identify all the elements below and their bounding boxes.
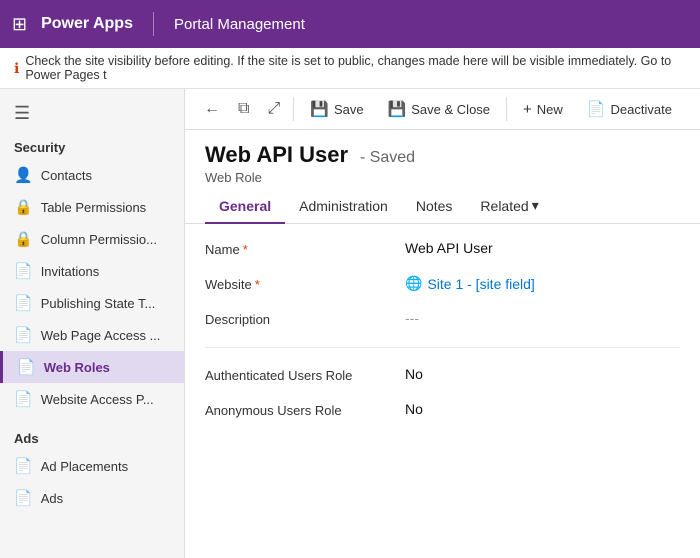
sidebar-label-ads: Ads: [41, 491, 63, 506]
info-icon: ℹ: [14, 60, 19, 77]
web-roles-icon: 📄: [17, 358, 36, 376]
record-subtitle: Web Role: [205, 170, 680, 185]
sidebar-label-publishing-state: Publishing State T...: [41, 296, 156, 311]
label-description: Description: [205, 310, 405, 327]
form-row-website: Website* 🌐 Site 1 - [site field]: [205, 275, 680, 292]
publishing-state-icon: 📄: [14, 294, 33, 312]
globe-icon: 🌐: [405, 275, 422, 292]
sidebar-item-ads[interactable]: 📄 Ads: [0, 482, 184, 514]
sidebar-item-invitations[interactable]: 📄 Invitations: [0, 255, 184, 287]
tab-related[interactable]: Related ▾: [466, 189, 552, 224]
app-name: Power Apps: [41, 15, 133, 33]
module-name: Portal Management: [174, 16, 305, 33]
back-button[interactable]: ←: [197, 95, 227, 123]
label-authenticated-users: Authenticated Users Role: [205, 366, 405, 383]
sidebar-label-ad-placements: Ad Placements: [41, 459, 128, 474]
sidebar-item-column-permissions[interactable]: 🔒 Column Permissio...: [0, 223, 184, 255]
new-label: New: [537, 102, 563, 117]
record-title: Web API User: [205, 142, 348, 167]
form-row-name: Name* Web API User: [205, 240, 680, 257]
save-close-label: Save & Close: [411, 102, 490, 117]
hamburger-icon[interactable]: ☰: [0, 97, 184, 134]
sidebar-label-invitations: Invitations: [41, 264, 100, 279]
sidebar-item-website-access[interactable]: 📄 Website Access P...: [0, 383, 184, 415]
ads-icon: 📄: [14, 489, 33, 507]
open-new-window-button[interactable]: ⤢: [260, 95, 287, 123]
sidebar-item-publishing-state[interactable]: 📄 Publishing State T...: [0, 287, 184, 319]
save-icon: 💾: [310, 100, 329, 118]
form-divider: [205, 347, 680, 348]
tabs: General Administration Notes Related ▾: [185, 189, 700, 224]
form-row-anonymous-users: Anonymous Users Role No: [205, 401, 680, 418]
save-close-button[interactable]: 💾 Save & Close: [378, 95, 500, 123]
toolbar-separator-1: [293, 97, 294, 121]
topbar: ⊞ Power Apps Portal Management: [0, 0, 700, 48]
topbar-divider: [153, 12, 154, 36]
sidebar-label-website-access: Website Access P...: [41, 392, 154, 407]
sidebar-item-web-page-access[interactable]: 📄 Web Page Access ...: [0, 319, 184, 351]
required-indicator-website: *: [255, 277, 260, 292]
label-name: Name*: [205, 240, 405, 257]
tab-general[interactable]: General: [205, 190, 285, 224]
form-row-description: Description ---: [205, 310, 680, 327]
new-icon: +: [523, 101, 532, 118]
deactivate-label: Deactivate: [611, 102, 672, 117]
sidebar-item-table-permissions[interactable]: 🔒 Table Permissions: [0, 191, 184, 223]
content-area: ← ⧉ ⤢ 💾 Save 💾 Save & Close + New 📄 Deac…: [185, 89, 700, 558]
label-anonymous-users: Anonymous Users Role: [205, 401, 405, 418]
ad-placements-icon: 📄: [14, 457, 33, 475]
table-permissions-icon: 🔒: [14, 198, 33, 216]
value-name: Web API User: [405, 240, 680, 256]
sidebar-label-column-permissions: Column Permissio...: [41, 232, 157, 247]
label-website: Website*: [205, 275, 405, 292]
new-button[interactable]: + New: [513, 96, 573, 123]
website-link-text[interactable]: Site 1 - [site field]: [427, 276, 534, 292]
sidebar-item-ad-placements[interactable]: 📄 Ad Placements: [0, 450, 184, 482]
website-access-icon: 📄: [14, 390, 33, 408]
warning-text: Check the site visibility before editing…: [25, 54, 686, 82]
form-section-main: Name* Web API User Website* 🌐 Site 1 - […: [205, 240, 680, 327]
sidebar-label-web-roles: Web Roles: [44, 360, 110, 375]
required-indicator-name: *: [243, 242, 248, 257]
invitations-icon: 📄: [14, 262, 33, 280]
deactivate-icon: 📄: [587, 100, 606, 118]
value-anonymous-users: No: [405, 401, 680, 417]
sidebar-label-web-page-access: Web Page Access ...: [41, 328, 161, 343]
sidebar: ☰ Security 👤 Contacts 🔒 Table Permission…: [0, 89, 185, 558]
sidebar-label-table-permissions: Table Permissions: [41, 200, 147, 215]
sidebar-section-security: Security: [0, 134, 184, 159]
record-title-row: Web API User - Saved: [205, 142, 680, 168]
sidebar-item-web-roles[interactable]: 📄 Web Roles: [0, 351, 184, 383]
copy-button[interactable]: ⧉: [231, 95, 256, 123]
web-page-access-icon: 📄: [14, 326, 33, 344]
sidebar-item-contacts[interactable]: 👤 Contacts: [0, 159, 184, 191]
save-close-icon: 💾: [388, 100, 407, 118]
record-header: Web API User - Saved Web Role: [185, 130, 700, 189]
deactivate-button[interactable]: 📄 Deactivate: [577, 95, 682, 123]
form-section-roles: Authenticated Users Role No Anonymous Us…: [205, 366, 680, 418]
main-layout: ☰ Security 👤 Contacts 🔒 Table Permission…: [0, 89, 700, 558]
value-website[interactable]: 🌐 Site 1 - [site field]: [405, 275, 680, 292]
column-permissions-icon: 🔒: [14, 230, 33, 248]
grid-icon[interactable]: ⊞: [12, 14, 27, 35]
record-saved-status: - Saved: [360, 149, 415, 166]
tab-notes[interactable]: Notes: [402, 190, 467, 224]
form-content: Name* Web API User Website* 🌐 Site 1 - […: [185, 224, 700, 558]
contacts-icon: 👤: [14, 166, 33, 184]
save-label: Save: [334, 102, 364, 117]
warning-bar: ℹ Check the site visibility before editi…: [0, 48, 700, 89]
chevron-down-icon: ▾: [532, 197, 539, 214]
value-description: ---: [405, 310, 680, 326]
tab-related-label: Related: [480, 198, 528, 214]
toolbar: ← ⧉ ⤢ 💾 Save 💾 Save & Close + New 📄 Deac…: [185, 89, 700, 130]
tab-administration[interactable]: Administration: [285, 190, 402, 224]
toolbar-separator-2: [506, 97, 507, 121]
sidebar-section-ads: Ads: [0, 425, 184, 450]
sidebar-label-contacts: Contacts: [41, 168, 92, 183]
value-authenticated-users: No: [405, 366, 680, 382]
save-button[interactable]: 💾 Save: [300, 95, 373, 123]
form-row-authenticated-users: Authenticated Users Role No: [205, 366, 680, 383]
